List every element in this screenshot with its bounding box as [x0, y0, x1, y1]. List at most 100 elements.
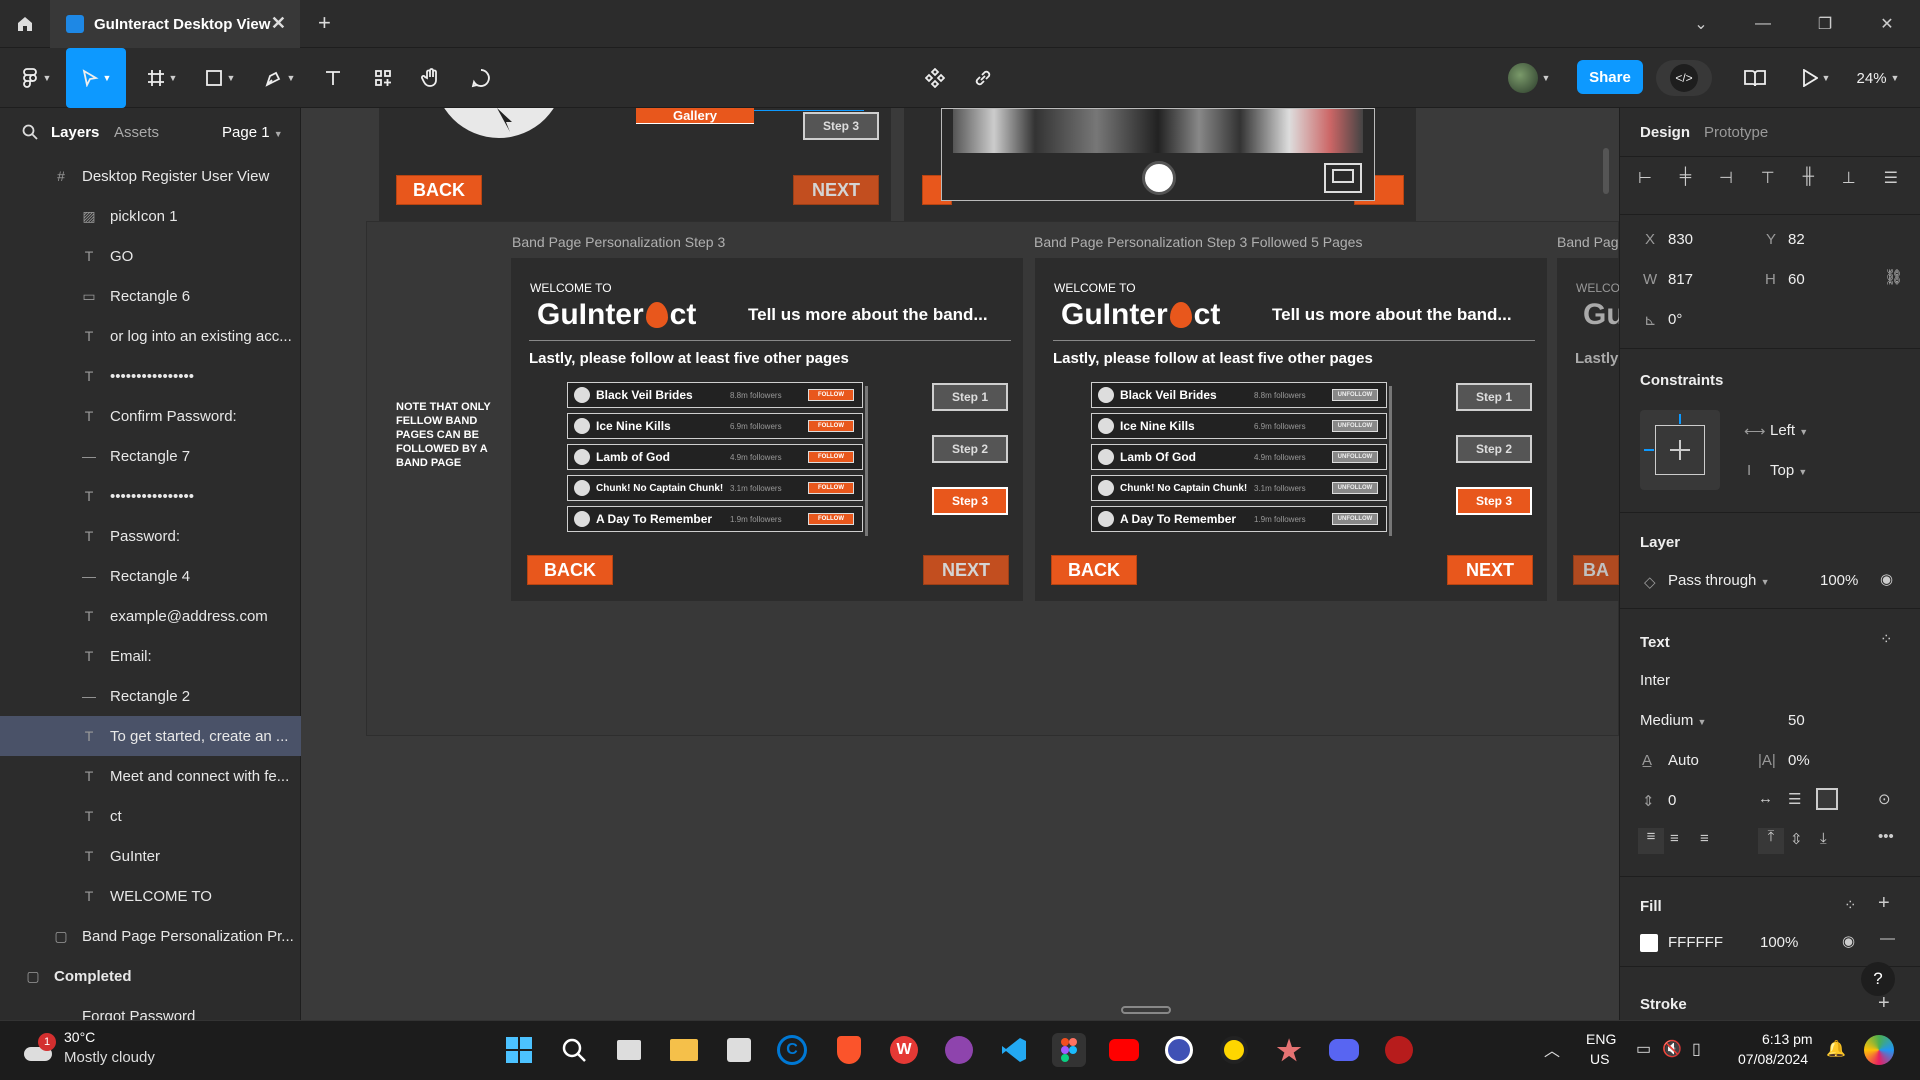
comment-tool-button[interactable] [466, 60, 496, 96]
layer-row[interactable]: T GuInter [0, 836, 301, 876]
fill-hex-input[interactable]: FFFFFF [1668, 934, 1723, 951]
fill-visibility-icon[interactable]: ◉ [1842, 932, 1855, 950]
list-scrollbar[interactable] [865, 386, 868, 536]
close-tab-icon[interactable]: ✕ [271, 13, 286, 34]
align-text-middle-icon[interactable]: ⇳ [1790, 830, 1803, 848]
layer-row[interactable]: T WELCOME TO [0, 876, 301, 916]
align-bottom-icon[interactable]: ⊥ [1842, 168, 1856, 198]
dev-mode-toggle[interactable]: </> [1656, 60, 1712, 96]
tab-guinteract[interactable]: GuInteract Desktop View ✕ [50, 0, 300, 48]
lang-top[interactable]: ENG [1586, 1031, 1616, 1047]
move-tool-button[interactable]: ▼ [66, 48, 126, 108]
layer-row[interactable]: T Meet and connect with fe... [0, 756, 301, 796]
layer-row[interactable]: — Rectangle 7 [0, 436, 301, 476]
home-icon[interactable] [0, 0, 50, 48]
photo-modal[interactable] [941, 108, 1375, 201]
copilot-icon[interactable] [1864, 1035, 1894, 1065]
main-menu-button[interactable]: ▼ [16, 60, 56, 96]
add-stroke-icon[interactable]: + [1878, 992, 1890, 1015]
letter-spacing-input[interactable]: 0% [1788, 752, 1810, 769]
auto-height-icon[interactable]: ☰ [1788, 790, 1801, 808]
constraint-vertical-select[interactable]: Top ▼ [1770, 462, 1807, 479]
brave-icon[interactable] [832, 1033, 866, 1067]
rotation-input[interactable]: 0° [1668, 311, 1682, 328]
resources-button[interactable] [368, 60, 398, 96]
align-text-left-icon[interactable]: ≡ [1638, 828, 1664, 854]
tab-design[interactable]: Design [1640, 124, 1690, 141]
store-icon[interactable] [722, 1033, 756, 1067]
align-text-bottom-icon[interactable]: ⤓ [1820, 830, 1827, 847]
layer-row[interactable]: # Desktop Register User View [0, 156, 301, 196]
vscode-icon[interactable] [997, 1033, 1031, 1067]
auto-width-icon[interactable]: ↔ [1758, 790, 1773, 807]
clock-time[interactable]: 6:13 pm [1762, 1031, 1813, 1047]
more-options-icon[interactable]: ••• [1878, 828, 1894, 845]
present-button[interactable]: ▼ [1796, 60, 1836, 96]
align-right-icon[interactable]: ⊣ [1719, 168, 1733, 198]
wps-office-icon[interactable]: W [887, 1033, 921, 1067]
align-center-v-icon[interactable]: ╫ [1803, 168, 1814, 198]
chevron-up-icon[interactable]: ︿ [1544, 1037, 1560, 1061]
layer-row[interactable]: T Email: [0, 636, 301, 676]
minimize-icon[interactable]: — [1732, 0, 1794, 48]
lang-bottom[interactable]: US [1590, 1051, 1609, 1067]
layer-row[interactable]: ▭ Rectangle 6 [0, 276, 301, 316]
frame-step3[interactable]: WELCOME TO GuInter ct Tell us more about… [511, 258, 1023, 601]
file-explorer-icon[interactable] [667, 1033, 701, 1067]
truncate-icon[interactable]: ⊙ [1878, 790, 1891, 808]
layer-row[interactable]: ▨ pickIcon 1 [0, 196, 301, 236]
layer-row[interactable]: T Confirm Password: [0, 396, 301, 436]
shape-tool-button[interactable]: ▼ [200, 60, 240, 96]
task-view-icon[interactable] [612, 1033, 646, 1067]
canvas[interactable]: Gallery Step 3 BACK NEXT NOTE THAT ONLY … [301, 108, 1619, 1020]
app-s-icon[interactable] [1162, 1033, 1196, 1067]
library-button[interactable] [1740, 60, 1770, 96]
frame-label-step3-followed[interactable]: Band Page Personalization Step 3 Followe… [1034, 234, 1362, 250]
x-input[interactable]: 830 [1668, 231, 1693, 248]
add-fill-icon[interactable]: + [1878, 892, 1890, 915]
hand-tool-button[interactable] [416, 60, 446, 96]
github-icon[interactable] [942, 1033, 976, 1067]
font-family-select[interactable]: Inter [1640, 672, 1670, 689]
restore-icon[interactable]: ❐ [1794, 0, 1856, 48]
layer-row[interactable]: ▢ Band Page Personalization Pr... [0, 916, 301, 956]
search-icon[interactable] [557, 1033, 591, 1067]
component-button[interactable] [920, 60, 950, 96]
browser-icon[interactable]: C [777, 1035, 807, 1065]
align-center-h-icon[interactable]: ╪ [1680, 168, 1691, 198]
start-icon[interactable] [502, 1033, 536, 1067]
frame-step3-followed[interactable]: WELCOME TO GuInter ct Tell us more about… [1035, 258, 1547, 601]
h-input[interactable]: 60 [1788, 271, 1805, 288]
frame-label-partial[interactable]: Band Pag [1557, 234, 1619, 250]
figma-icon[interactable] [1052, 1033, 1086, 1067]
constraint-widget[interactable] [1640, 410, 1720, 490]
line-height-input[interactable]: Auto [1668, 752, 1699, 769]
fill-opacity-input[interactable]: 100% [1760, 934, 1798, 951]
search-icon[interactable] [22, 124, 38, 144]
top-frame-left[interactable]: Gallery Step 3 BACK NEXT [379, 108, 891, 221]
align-text-right-icon[interactable]: ≡ [1700, 830, 1709, 847]
list-scrollbar[interactable] [1389, 386, 1392, 536]
network-icon[interactable]: ▭ [1636, 1039, 1651, 1059]
text-styles-icon[interactable]: ⁘ [1880, 630, 1893, 648]
weather-widget[interactable]: 1 [20, 1033, 58, 1067]
help-button[interactable]: ? [1861, 962, 1895, 996]
blend-mode-select[interactable]: Pass through ▼ [1668, 572, 1769, 589]
canvas-scroll-indicator[interactable] [1603, 148, 1609, 194]
battery-icon[interactable]: ▯ [1692, 1039, 1701, 1059]
youtube-icon[interactable] [1107, 1033, 1141, 1067]
align-text-center-icon[interactable]: ≡ [1670, 830, 1679, 847]
align-top-icon[interactable]: ⊤ [1761, 168, 1775, 198]
app-red-icon[interactable] [1382, 1033, 1416, 1067]
chevron-down-icon[interactable]: ⌄ [1670, 0, 1732, 48]
layer-row[interactable]: — Rectangle 2 [0, 676, 301, 716]
paragraph-spacing-input[interactable]: 0 [1668, 792, 1676, 809]
frame-partial[interactable]: WELCO Gu Lastly BA [1557, 258, 1619, 601]
notification-icon[interactable]: 🔔 [1826, 1039, 1846, 1059]
app-yellow-icon[interactable] [1217, 1033, 1251, 1067]
user-avatar-button[interactable]: ▼ [1504, 60, 1554, 96]
fill-color-swatch[interactable] [1640, 934, 1658, 952]
align-left-icon[interactable]: ⊢ [1638, 168, 1652, 198]
font-weight-select[interactable]: Medium ▼ [1640, 712, 1706, 729]
discord-icon[interactable] [1327, 1033, 1361, 1067]
